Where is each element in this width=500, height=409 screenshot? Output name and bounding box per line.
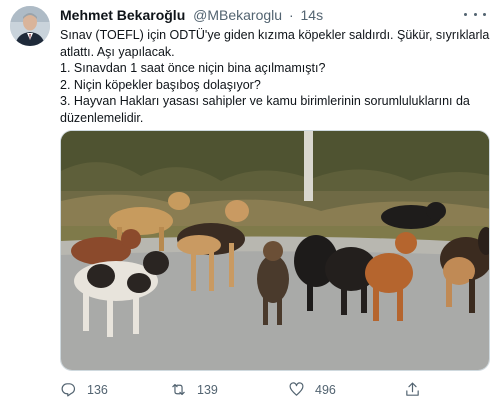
retweet-count: 139 [197,382,218,397]
avatar[interactable] [10,6,50,46]
tweet-text-line: düzenlemelidir. [60,110,144,125]
tweet-text-line: Sınav (TOEFL) için ODTÜ'ye giden kızıma … [60,28,490,42]
tweet-text-line: atlattı. Aşı yapılacak. [60,44,175,59]
retweet-button[interactable]: 139 [170,381,218,398]
heart-icon [289,382,304,396]
avatar-image [10,6,50,46]
tweet-text-line: 1. Sınavdan 1 saat önce niçin bina açılm… [60,61,326,76]
stray-dogs-photo [61,131,489,370]
tweet-text: Sınav (TOEFL) için ODTÜ'ye giden kızıma … [60,27,490,127]
tweet-text-line: 3. Hayvan Hakları yasası sahipler ve kam… [60,94,470,109]
separator-dot: · [288,7,294,23]
retweet-icon [172,383,185,396]
like-button[interactable]: 496 [288,381,336,398]
reply-count: 136 [87,382,108,397]
share-icon [406,382,419,396]
like-count: 496 [315,382,336,397]
reply-icon [61,383,76,397]
more-icon[interactable] [464,6,486,22]
tweet-photo[interactable] [60,130,490,371]
reply-button[interactable]: 136 [60,381,108,398]
author-handle[interactable]: @MBekaroglu [193,7,282,23]
author-name[interactable]: Mehmet Bekaroğlu [60,7,185,23]
tweet-actions: 136 139 496 [60,381,440,399]
tweet: Mehmet Bekaroğlu @MBekaroglu · 14s Sınav… [0,0,500,409]
tweet-header: Mehmet Bekaroğlu @MBekaroglu · 14s [60,7,323,23]
tweet-time[interactable]: 14s [301,7,324,23]
tweet-text-line: 2. Niçin köpekler başıboş dolaşıyor? [60,77,261,92]
share-button[interactable] [404,381,421,398]
